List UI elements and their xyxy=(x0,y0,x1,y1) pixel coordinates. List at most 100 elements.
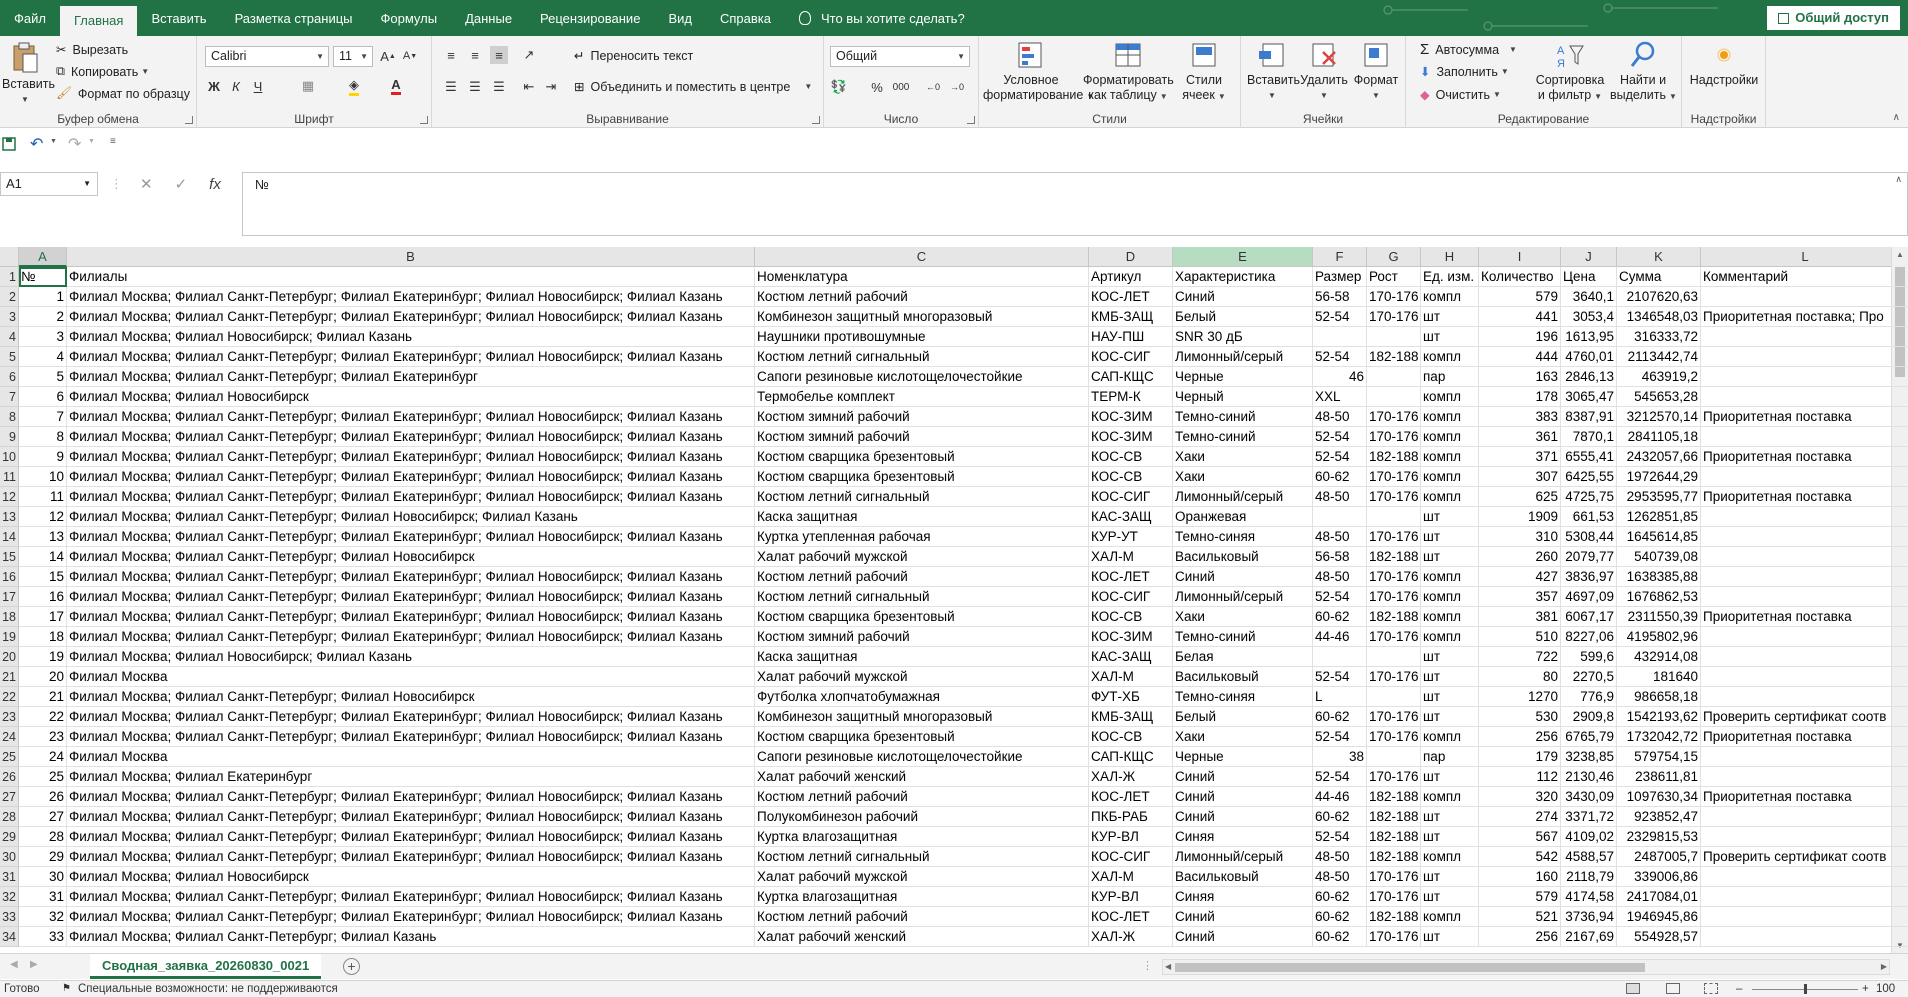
table-cell[interactable] xyxy=(1701,587,1908,607)
table-cell[interactable]: 463919,2 xyxy=(1617,367,1701,387)
table-cell[interactable]: шт xyxy=(1421,507,1479,527)
table-cell[interactable]: 112 xyxy=(1479,767,1561,787)
table-cell[interactable]: 427 xyxy=(1479,567,1561,587)
addins-button[interactable]: Надстройки xyxy=(1686,44,1762,88)
row-header[interactable]: 24 xyxy=(0,727,19,747)
borders-icon[interactable]: ▦ xyxy=(299,77,317,95)
table-cell[interactable]: 179 xyxy=(1479,747,1561,767)
table-cell[interactable]: 30 xyxy=(19,867,67,887)
row-header[interactable]: 22 xyxy=(0,687,19,707)
table-cell[interactable]: 2841105,18 xyxy=(1617,427,1701,447)
table-cell[interactable]: ПКБ-РАБ xyxy=(1089,807,1173,827)
table-cell[interactable]: Филиал Москва; Филиал Санкт-Петербург; Ф… xyxy=(67,927,755,947)
table-cell[interactable]: Лимонный/серый xyxy=(1173,847,1313,867)
table-cell[interactable] xyxy=(1367,507,1421,527)
header-cell[interactable]: Рост xyxy=(1367,267,1421,287)
tab-7[interactable]: Вид xyxy=(654,0,706,36)
table-cell[interactable]: Костюм сварщика брезентовый xyxy=(755,607,1089,627)
table-cell[interactable]: 6425,55 xyxy=(1561,467,1617,487)
table-cell[interactable]: 986658,18 xyxy=(1617,687,1701,707)
share-button[interactable]: Общий доступ xyxy=(1767,6,1900,30)
table-cell[interactable] xyxy=(1367,687,1421,707)
row-header[interactable]: 18 xyxy=(0,607,19,627)
table-cell[interactable]: 182-188 xyxy=(1367,607,1421,627)
table-cell[interactable]: 4195802,96 xyxy=(1617,627,1701,647)
table-cell[interactable]: 310 xyxy=(1479,527,1561,547)
table-cell[interactable]: Филиал Москва xyxy=(67,747,755,767)
format-cells-button[interactable]: Формат ▼ xyxy=(1351,40,1401,103)
table-cell[interactable]: 2079,77 xyxy=(1561,547,1617,567)
table-cell[interactable]: 52-54 xyxy=(1313,347,1367,367)
clear-button[interactable]: ◆ Очистить ▼ xyxy=(1420,87,1501,103)
table-cell[interactable]: 599,6 xyxy=(1561,647,1617,667)
align-left-icon[interactable]: ☰ xyxy=(442,78,460,96)
table-cell[interactable]: 2118,79 xyxy=(1561,867,1617,887)
tab-split-grip-icon[interactable]: ⋮ xyxy=(1142,959,1153,972)
table-cell[interactable] xyxy=(1701,527,1908,547)
table-cell[interactable]: компл xyxy=(1421,287,1479,307)
insert-function-icon[interactable]: fx xyxy=(209,176,221,193)
table-cell[interactable]: Темно-синяя xyxy=(1173,687,1313,707)
table-cell[interactable]: 44-46 xyxy=(1313,787,1367,807)
table-cell[interactable]: КОС-ЛЕТ xyxy=(1089,287,1173,307)
table-cell[interactable]: САП-КЩС xyxy=(1089,747,1173,767)
underline-button[interactable]: Ч xyxy=(249,77,267,95)
table-cell[interactable]: САП-КЩС xyxy=(1089,367,1173,387)
delete-cells-button[interactable]: Удалить ▼ xyxy=(1299,40,1349,103)
zoom-slider-thumb[interactable] xyxy=(1804,984,1807,994)
row-header[interactable]: 17 xyxy=(0,587,19,607)
table-cell[interactable]: Васильковый xyxy=(1173,547,1313,567)
align-top-icon[interactable]: ≡ xyxy=(442,46,460,64)
table-cell[interactable]: Каска защитная xyxy=(755,507,1089,527)
table-cell[interactable]: 44-46 xyxy=(1313,627,1367,647)
table-cell[interactable]: 48-50 xyxy=(1313,867,1367,887)
table-cell[interactable] xyxy=(1701,507,1908,527)
align-bottom-icon[interactable]: ≡ xyxy=(490,46,508,64)
table-cell[interactable]: 29 xyxy=(19,847,67,867)
table-cell[interactable] xyxy=(1701,287,1908,307)
tell-me-box[interactable]: Что вы хотите сделать? xyxy=(785,0,979,36)
page-layout-icon[interactable] xyxy=(1666,983,1680,994)
row-header[interactable]: 21 xyxy=(0,667,19,687)
table-cell[interactable]: 8227,06 xyxy=(1561,627,1617,647)
table-cell[interactable]: 26 xyxy=(19,787,67,807)
table-cell[interactable]: 52-54 xyxy=(1313,727,1367,747)
table-cell[interactable]: Белый xyxy=(1173,707,1313,727)
table-cell[interactable]: Костюм сварщика брезентовый xyxy=(755,727,1089,747)
table-cell[interactable]: Костюм летний сигнальный xyxy=(755,587,1089,607)
table-cell[interactable]: шт xyxy=(1421,927,1479,947)
table-cell[interactable]: 2107620,63 xyxy=(1617,287,1701,307)
table-cell[interactable]: 542 xyxy=(1479,847,1561,867)
table-cell[interactable]: 357 xyxy=(1479,587,1561,607)
table-cell[interactable]: 3212570,14 xyxy=(1617,407,1701,427)
table-cell[interactable]: 3836,97 xyxy=(1561,567,1617,587)
row-header[interactable]: 26 xyxy=(0,767,19,787)
table-cell[interactable]: КОС-СИГ xyxy=(1089,587,1173,607)
row-header[interactable]: 6 xyxy=(0,367,19,387)
table-cell[interactable]: 3065,47 xyxy=(1561,387,1617,407)
table-cell[interactable]: Васильковый xyxy=(1173,667,1313,687)
table-cell[interactable]: 60-62 xyxy=(1313,707,1367,727)
tab-5[interactable]: Данные xyxy=(451,0,526,36)
table-cell[interactable]: шт xyxy=(1421,647,1479,667)
row-header[interactable]: 16 xyxy=(0,567,19,587)
row-header[interactable]: 2 xyxy=(0,287,19,307)
table-cell[interactable]: шт xyxy=(1421,887,1479,907)
table-cell[interactable]: Костюм зимний рабочий xyxy=(755,427,1089,447)
page-break-view-icon[interactable] xyxy=(1704,983,1718,994)
table-cell[interactable]: Филиал Москва; Филиал Санкт-Петербург; Ф… xyxy=(67,527,755,547)
table-cell[interactable]: 60-62 xyxy=(1313,887,1367,907)
table-cell[interactable]: Куртка утепленная рабочая xyxy=(755,527,1089,547)
table-cell[interactable]: Халат рабочий мужской xyxy=(755,547,1089,567)
table-cell[interactable]: 13 xyxy=(19,527,67,547)
row-header[interactable]: 14 xyxy=(0,527,19,547)
table-cell[interactable]: 579 xyxy=(1479,887,1561,907)
table-cell[interactable]: ФУТ-ХБ xyxy=(1089,687,1173,707)
table-cell[interactable]: КУР-УТ xyxy=(1089,527,1173,547)
table-cell[interactable]: ХАЛ-Ж xyxy=(1089,767,1173,787)
row-header[interactable]: 3 xyxy=(0,307,19,327)
table-cell[interactable]: КОС-СИГ xyxy=(1089,847,1173,867)
thousands-icon[interactable]: 000 xyxy=(892,78,910,96)
table-cell[interactable]: Приоритетная поставка xyxy=(1701,727,1908,747)
table-cell[interactable]: 1909 xyxy=(1479,507,1561,527)
